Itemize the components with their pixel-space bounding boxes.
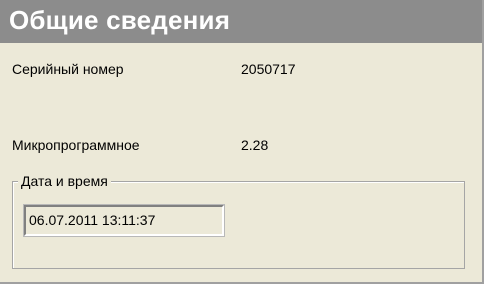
panel-header: Общие сведения xyxy=(0,0,482,43)
panel-title: Общие сведения xyxy=(9,5,231,35)
serial-number-value: 2050717 xyxy=(241,61,296,77)
firmware-label: Микропрограммное xyxy=(12,137,140,153)
firmware-value: 2.28 xyxy=(241,137,269,153)
datetime-field[interactable]: 06.07.2011 13:11:37 xyxy=(23,204,225,237)
datetime-group-legend: Дата и время xyxy=(18,173,111,189)
general-info-panel: Общие сведения Серийный номер 2050717 Ми… xyxy=(0,0,484,284)
serial-number-label: Серийный номер xyxy=(12,61,124,77)
